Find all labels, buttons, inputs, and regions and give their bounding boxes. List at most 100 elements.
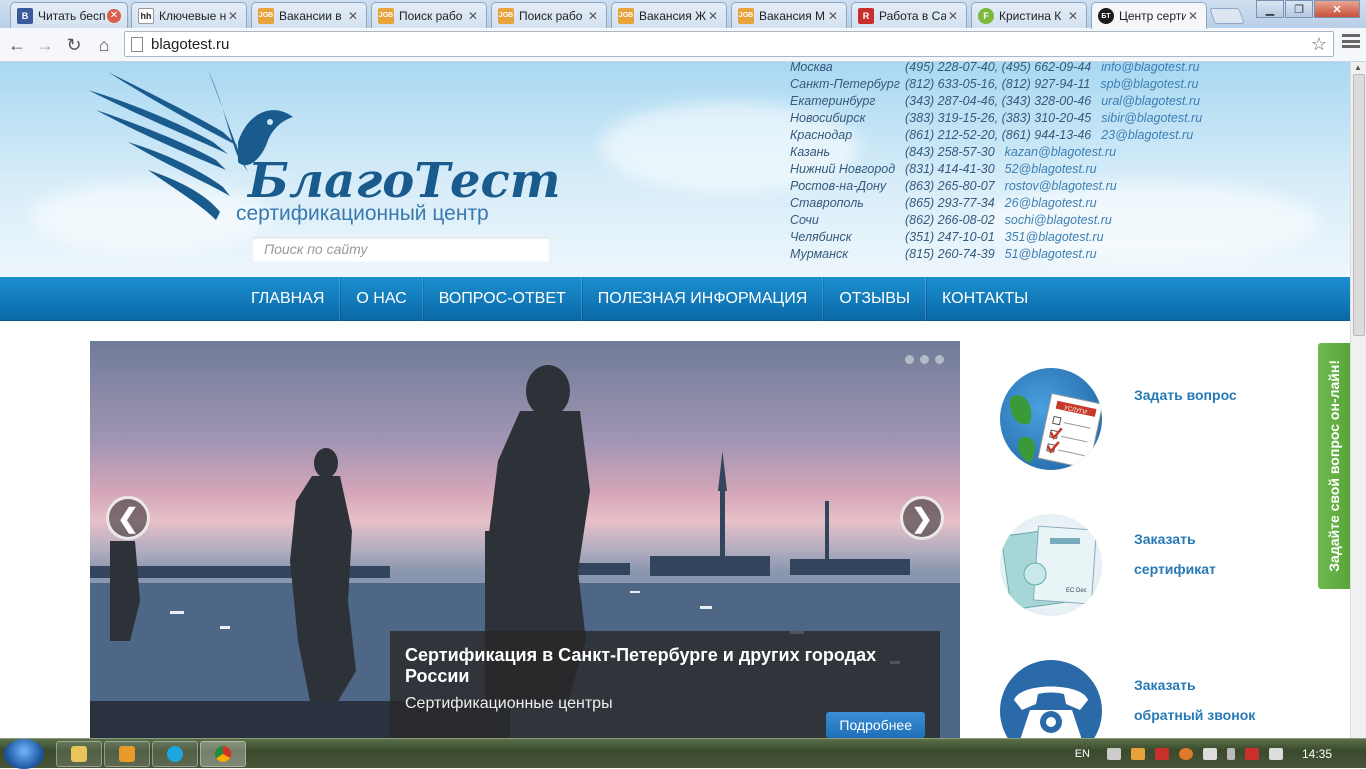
contact-phone[interactable]: (865) 293-77-34: [905, 195, 995, 212]
contact-row: Новосибирск (383) 319-15-26, (383) 310-20…: [790, 110, 1202, 127]
scrollbar-thumb[interactable]: [1353, 74, 1365, 336]
new-tab-button[interactable]: [1209, 8, 1245, 24]
services-form-globe-icon[interactable]: УСЛУГИ: [1000, 368, 1102, 470]
contact-row: Ростов-на-Дону (863) 265-80-07 rostov@blag…: [790, 178, 1202, 195]
contact-phone[interactable]: (351) 247-10-01: [905, 229, 995, 246]
minimize-icon[interactable]: ▁: [1256, 0, 1284, 18]
order-certificate-item[interactable]: EC Dec Заказать сертификат: [1000, 514, 1280, 624]
contact-email-link[interactable]: 23@blagotest.ru: [1101, 127, 1193, 144]
tray-browser-icon[interactable]: [1178, 748, 1193, 760]
taskbar-explorer[interactable]: [56, 741, 102, 767]
contact-phone[interactable]: (812) 633-05-16, (812) 927-94-11: [905, 76, 1090, 93]
nav-home[interactable]: ГЛАВНАЯ: [236, 277, 341, 321]
reload-icon[interactable]: ↻: [62, 33, 86, 57]
telephone-icon[interactable]: [1000, 660, 1102, 738]
forward-arrow-icon[interactable]: →: [33, 33, 57, 57]
browser-tab[interactable]: B Читать бесп ✕: [10, 2, 128, 28]
browser-tab[interactable]: JOB Вакансия Ж ✕: [611, 2, 727, 28]
signal-icon[interactable]: [1106, 748, 1121, 760]
browser-tab[interactable]: JOB Поиск рабо ✕: [491, 2, 607, 28]
language-indicator[interactable]: EN: [1075, 748, 1090, 760]
browser-tab[interactable]: JOB Вакансия М ✕: [731, 2, 847, 28]
contact-email-link[interactable]: 351@blagotest.ru: [1005, 229, 1104, 246]
contact-phone[interactable]: (383) 319-15-26, (383) 310-20-45: [905, 110, 1091, 127]
browser-tab[interactable]: JOB Поиск рабо ✕: [371, 2, 487, 28]
nav-reviews[interactable]: ОТЗЫВЫ: [823, 277, 927, 321]
slider-dot[interactable]: [935, 355, 944, 364]
scroll-up-icon[interactable]: ▲: [1354, 63, 1362, 72]
bookmark-star-icon[interactable]: ☆: [1311, 34, 1327, 55]
order-callback-item[interactable]: Заказать обратный звонок: [1000, 660, 1280, 738]
slider-dot[interactable]: [905, 355, 914, 364]
tab-title: Вакансия М: [759, 8, 826, 23]
tab-close-icon[interactable]: ✕: [946, 9, 960, 23]
tab-close-icon[interactable]: ✕: [466, 9, 480, 23]
ask-question-item[interactable]: УСЛУГИ Задать вопрос: [1000, 368, 1280, 478]
slider-prev-icon[interactable]: ❮: [106, 496, 150, 540]
tab-close-icon[interactable]: ✕: [1186, 9, 1200, 23]
contact-phone[interactable]: (843) 258-57-30: [905, 144, 995, 161]
page-scrollbar[interactable]: ▲: [1350, 62, 1366, 738]
chrome-menu-icon[interactable]: [1342, 34, 1360, 48]
taskbar-chrome[interactable]: [200, 741, 246, 767]
contact-phone[interactable]: (861) 212-52-20, (861) 944-13-46: [905, 127, 1091, 144]
browser-tab[interactable]: R Работа в Са ✕: [851, 2, 967, 28]
browser-tab[interactable]: F Кристина К ✕: [971, 2, 1087, 28]
contact-email-link[interactable]: sochi@blagotest.ru: [1005, 212, 1112, 229]
tab-close-icon[interactable]: ✕: [586, 9, 600, 23]
contact-email-link[interactable]: 51@blagotest.ru: [1005, 246, 1097, 263]
contact-phone[interactable]: (343) 287-04-46, (343) 328-00-46: [905, 93, 1091, 110]
online-question-tab[interactable]: Задайте свой вопрос он-лайн!: [1316, 341, 1350, 591]
close-window-icon[interactable]: ✕: [1314, 0, 1360, 18]
volume-icon[interactable]: [1268, 748, 1283, 760]
contact-email-link[interactable]: 26@blagotest.ru: [1005, 195, 1097, 212]
order-callback-link[interactable]: Заказать обратный звонок: [1134, 670, 1255, 730]
contact-email-link[interactable]: info@blagotest.ru: [1101, 62, 1199, 76]
taskbar-media-player[interactable]: [104, 741, 150, 767]
home-icon[interactable]: ⌂: [92, 33, 116, 57]
contact-phone[interactable]: (815) 260-74-39: [905, 246, 995, 263]
more-button[interactable]: Подробнее: [826, 712, 925, 738]
contact-email-link[interactable]: ural@blagotest.ru: [1101, 93, 1200, 110]
nav-about[interactable]: О НАС: [340, 277, 423, 321]
browser-tab[interactable]: JOB Вакансии в ✕: [251, 2, 367, 28]
nav-faq[interactable]: ВОПРОС-ОТВЕТ: [422, 277, 582, 321]
contact-email-link[interactable]: 52@blagotest.ru: [1005, 161, 1097, 178]
nav-contacts[interactable]: КОНТАКТЫ: [926, 277, 1043, 321]
certificate-icon[interactable]: EC Dec: [1000, 514, 1102, 616]
contact-email-link[interactable]: kazan@blagotest.ru: [1005, 144, 1116, 161]
contact-phone[interactable]: (831) 414-41-30: [905, 161, 995, 178]
tab-close-icon[interactable]: ✕: [346, 9, 360, 23]
slider-dot[interactable]: [920, 355, 929, 364]
battery-icon[interactable]: [1226, 748, 1235, 760]
tray-torrent-icon[interactable]: [1154, 748, 1169, 760]
clock[interactable]: 14:35: [1302, 747, 1332, 761]
contact-phone[interactable]: (863) 265-80-07: [905, 178, 995, 195]
contact-email-link[interactable]: sibir@blagotest.ru: [1101, 110, 1202, 127]
contact-phone[interactable]: (862) 266-08-02: [905, 212, 995, 229]
tray-app-icon[interactable]: [1130, 748, 1145, 760]
back-arrow-icon[interactable]: ←: [5, 33, 29, 57]
site-logo[interactable]: БлагоТест сертификационный центр: [88, 62, 568, 237]
tray-app-icon[interactable]: [1202, 748, 1217, 760]
start-button[interactable]: [4, 739, 44, 769]
tab-close-icon[interactable]: ✕: [706, 9, 720, 23]
maximize-icon[interactable]: ❐: [1285, 0, 1313, 18]
slider-next-icon[interactable]: ❯: [900, 496, 944, 540]
taskbar-skype[interactable]: [152, 741, 198, 767]
browser-tab-active[interactable]: БТ Центр серти ✕: [1091, 2, 1207, 29]
tab-close-icon[interactable]: ✕: [226, 9, 240, 23]
tab-close-icon[interactable]: ✕: [1066, 9, 1080, 23]
tab-close-icon[interactable]: ✕: [826, 9, 840, 23]
ask-question-link[interactable]: Задать вопрос: [1134, 380, 1237, 410]
nav-useful-info[interactable]: ПОЛЕЗНАЯ ИНФОРМАЦИЯ: [581, 277, 824, 321]
contact-email-link[interactable]: rostov@blagotest.ru: [1005, 178, 1117, 195]
contact-email-link[interactable]: spb@blagotest.ru: [1100, 76, 1198, 93]
site-search-input[interactable]: Поиск по сайту: [252, 237, 550, 262]
address-bar[interactable]: blagotest.ru ☆: [124, 31, 1334, 57]
network-icon[interactable]: [1244, 748, 1259, 760]
order-certificate-link[interactable]: Заказать сертификат: [1134, 524, 1216, 584]
browser-tab[interactable]: hh Ключевые н ✕: [131, 2, 247, 28]
tab-close-icon[interactable]: ✕: [107, 8, 121, 23]
contact-phone[interactable]: (495) 228-07-40, (495) 662-09-44: [905, 62, 1091, 76]
